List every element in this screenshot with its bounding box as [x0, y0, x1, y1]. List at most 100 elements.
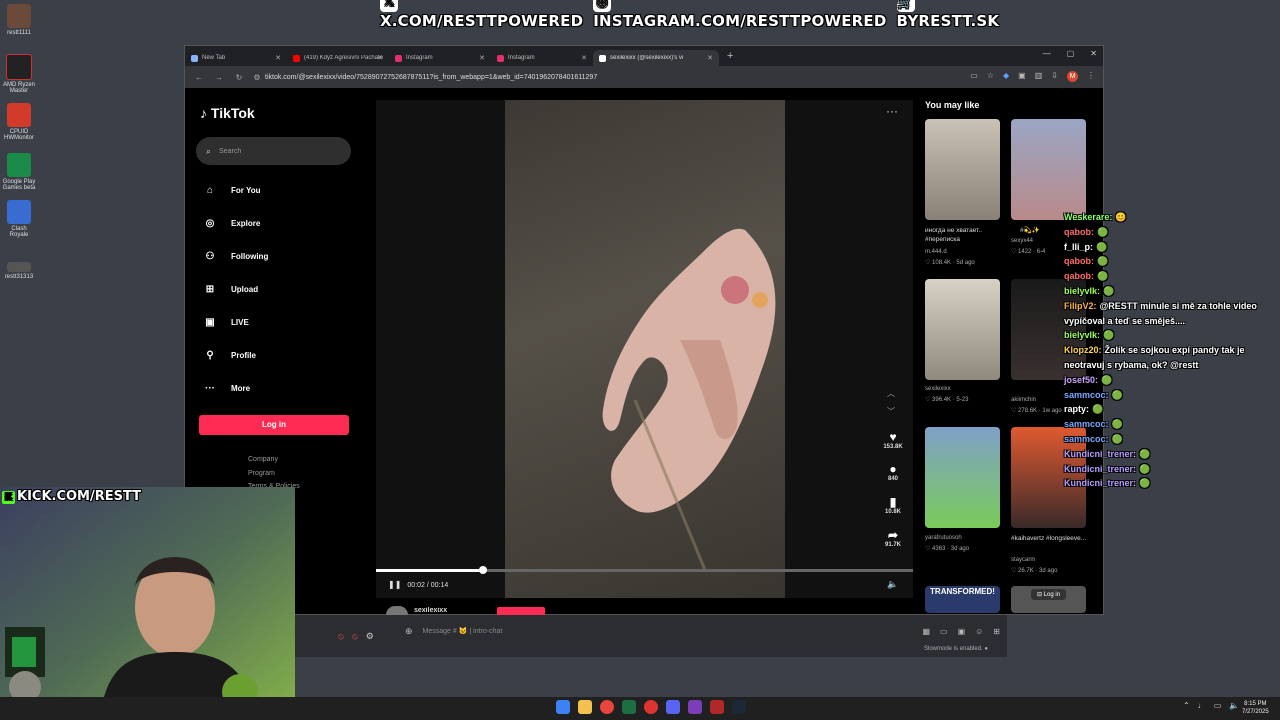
recommended-author[interactable]: m.444.d — [925, 249, 947, 255]
new-tab-button[interactable]: + — [727, 50, 733, 62]
mic-icon[interactable]: ♩ — [1198, 701, 1206, 710]
recommended-thumb[interactable] — [1011, 119, 1086, 220]
close-icon[interactable]: ✕ — [707, 54, 713, 62]
menu-icon[interactable]: ⋮ — [1087, 71, 1095, 82]
desktop-icon-restt1111[interactable]: restt1111 — [2, 4, 36, 36]
tab-instagram-1[interactable]: Instagram ✕ — [389, 50, 491, 66]
tab-instagram-2[interactable]: Instagram ✕ — [491, 50, 593, 66]
recommended-caption[interactable]: #kaihavertz #longsleeve... — [1011, 534, 1091, 543]
tab-tiktok[interactable]: sexilexixx (@sexilexixx)'s vi ✕ — [593, 50, 719, 66]
video-more-options-icon[interactable]: ··· — [886, 104, 898, 118]
close-icon[interactable]: ✕ — [377, 54, 383, 62]
maximize-icon[interactable]: ▢ — [1067, 49, 1075, 58]
desktop-icon-restt31313[interactable]: restt31313 — [2, 262, 36, 280]
footer-program[interactable]: Program — [248, 470, 275, 477]
chat-message: sammcoc: 🟢 — [1064, 432, 1278, 447]
forward-icon[interactable]: → — [213, 73, 225, 82]
download-icon[interactable]: ⇩ — [1051, 71, 1058, 82]
url-field[interactable]: tiktok.com/@sexilexixx/video/75289072752… — [265, 74, 597, 81]
recommended-author[interactable]: akiimchin — [1011, 397, 1036, 403]
game-icon[interactable] — [710, 700, 724, 714]
add-attachment-icon[interactable]: ⊕ — [405, 626, 413, 637]
author-avatar[interactable] — [386, 606, 408, 615]
comment-button[interactable]: ● 840 — [880, 462, 906, 482]
recommended-thumb[interactable] — [925, 119, 1000, 220]
network-icon[interactable]: ▭ — [1214, 701, 1222, 710]
bottom-login-button[interactable]: ⊟ Log in — [1031, 589, 1067, 600]
previous-video-icon[interactable]: ︿ — [887, 388, 895, 399]
close-icon[interactable]: ✕ — [581, 54, 587, 62]
volume-icon[interactable]: 🔈 — [887, 579, 898, 590]
like-button[interactable]: ♥ 153.8K — [880, 430, 906, 450]
save-button[interactable]: ▮ 10.8K — [880, 495, 906, 515]
clock-icon: ● — [984, 646, 988, 652]
video-frame[interactable] — [505, 100, 785, 598]
file-explorer-icon[interactable] — [578, 700, 592, 714]
desktop-icon-play-games[interactable]: Google Play Games beta — [2, 153, 36, 191]
search-input[interactable]: ⌕ Search — [196, 137, 351, 165]
pause-icon[interactable]: ❚❚ — [388, 580, 401, 589]
sticker-icon[interactable]: ▣ — [958, 627, 966, 636]
extension-icon[interactable]: ◆ — [1003, 71, 1009, 82]
desktop-icon-clash-royale[interactable]: Clash Royale — [2, 200, 36, 238]
minimize-icon[interactable]: — — [1043, 49, 1051, 58]
gift-icon[interactable]: ▦ — [922, 627, 930, 636]
tab-new-tab[interactable]: New Tab ✕ — [185, 50, 287, 66]
login-button[interactable]: Log in — [199, 415, 349, 435]
bookmark-star-icon[interactable]: ☆ — [987, 71, 994, 82]
tray-chevron-icon[interactable]: ⌃ — [1183, 701, 1190, 710]
nav-more[interactable]: ··· More — [203, 380, 343, 396]
recommended-author[interactable]: sexilexixx — [925, 386, 951, 392]
nav-upload[interactable]: ⊞ Upload — [203, 281, 343, 297]
recommended-author[interactable]: sexyx44 — [1011, 238, 1033, 244]
cast-icon[interactable]: ▭ — [970, 71, 978, 82]
video-progress-bar[interactable] — [376, 566, 913, 574]
mic-muted-icon[interactable]: ⦸ — [338, 631, 344, 642]
profile-avatar[interactable]: M — [1067, 71, 1078, 82]
recommended-thumb[interactable] — [925, 427, 1000, 528]
back-icon[interactable]: ← — [193, 73, 205, 82]
nav-live[interactable]: ▣ LIVE — [203, 314, 343, 330]
discord-message-input[interactable]: ⊕ Message # 🐱 | intro-chat ▦ ▭ ▣ ☺ ⊞ — [405, 621, 1000, 641]
share-button[interactable]: ➦ 91.7K — [880, 528, 906, 548]
emoji-icon[interactable]: ☺ — [975, 627, 983, 636]
desktop-icon-cpuid[interactable]: CPUID HWMonitor — [2, 103, 36, 141]
excel-icon[interactable] — [622, 700, 636, 714]
discord-icon[interactable] — [666, 700, 680, 714]
close-window-icon[interactable]: ✕ — [1090, 49, 1097, 58]
footer-company[interactable]: Company — [248, 456, 278, 463]
recommended-thumb[interactable] — [925, 279, 1000, 380]
steam-icon[interactable] — [732, 700, 746, 714]
apps-icon[interactable]: ⊞ — [993, 627, 1000, 636]
recommended-author[interactable]: yarafrutuosoh — [925, 535, 962, 541]
follow-button[interactable] — [497, 607, 545, 615]
speaker-icon[interactable]: 🔈 — [1229, 701, 1239, 710]
recommended-caption[interactable]: иногда не хватает.. #переписка — [925, 226, 1005, 244]
tiktok-logo[interactable]: ♪ TikTok — [200, 105, 255, 121]
taskbar-clock[interactable]: 8:15 PM 7/27/2025 — [1242, 700, 1269, 716]
recommended-author[interactable]: staycarm — [1011, 557, 1035, 563]
nav-for-you[interactable]: ⌂ For You — [203, 182, 343, 198]
nav-explore[interactable]: ◎ Explore — [203, 215, 343, 231]
close-icon[interactable]: ✕ — [479, 54, 485, 62]
close-icon[interactable]: ✕ — [275, 54, 281, 62]
author-name[interactable]: sexilexixx — [414, 607, 447, 614]
app-icon[interactable] — [644, 700, 658, 714]
x-link: 𝕏X.COM/RESTTPOWERED — [380, 0, 583, 30]
obs-icon[interactable] — [688, 700, 702, 714]
recommended-thumb[interactable]: TRANSFORMED! — [925, 586, 1000, 613]
deafen-icon[interactable]: ⦸ — [352, 631, 358, 642]
windows-start-icon[interactable] — [556, 700, 570, 714]
desktop-icon-amd[interactable]: AMD Ryzen Master — [2, 54, 36, 94]
nav-following[interactable]: ⚇ Following — [203, 248, 343, 264]
nav-profile[interactable]: ⚲ Profile — [203, 347, 343, 363]
puzzle-icon[interactable]: ▣ — [1018, 71, 1026, 82]
tab-youtube[interactable]: (419) Když Agresivní Pachatelé ✕ — [287, 50, 389, 66]
next-video-icon[interactable]: ﹀ — [887, 406, 895, 417]
settings-gear-icon[interactable]: ⚙ — [366, 631, 374, 642]
sidebar-icon[interactable]: ▥ — [1035, 71, 1043, 82]
reload-icon[interactable]: ↻ — [233, 73, 245, 82]
gif-icon[interactable]: ▭ — [940, 627, 948, 636]
site-info-icon[interactable]: ⚙ — [251, 73, 263, 82]
chrome-taskbar-icon[interactable] — [600, 700, 614, 714]
